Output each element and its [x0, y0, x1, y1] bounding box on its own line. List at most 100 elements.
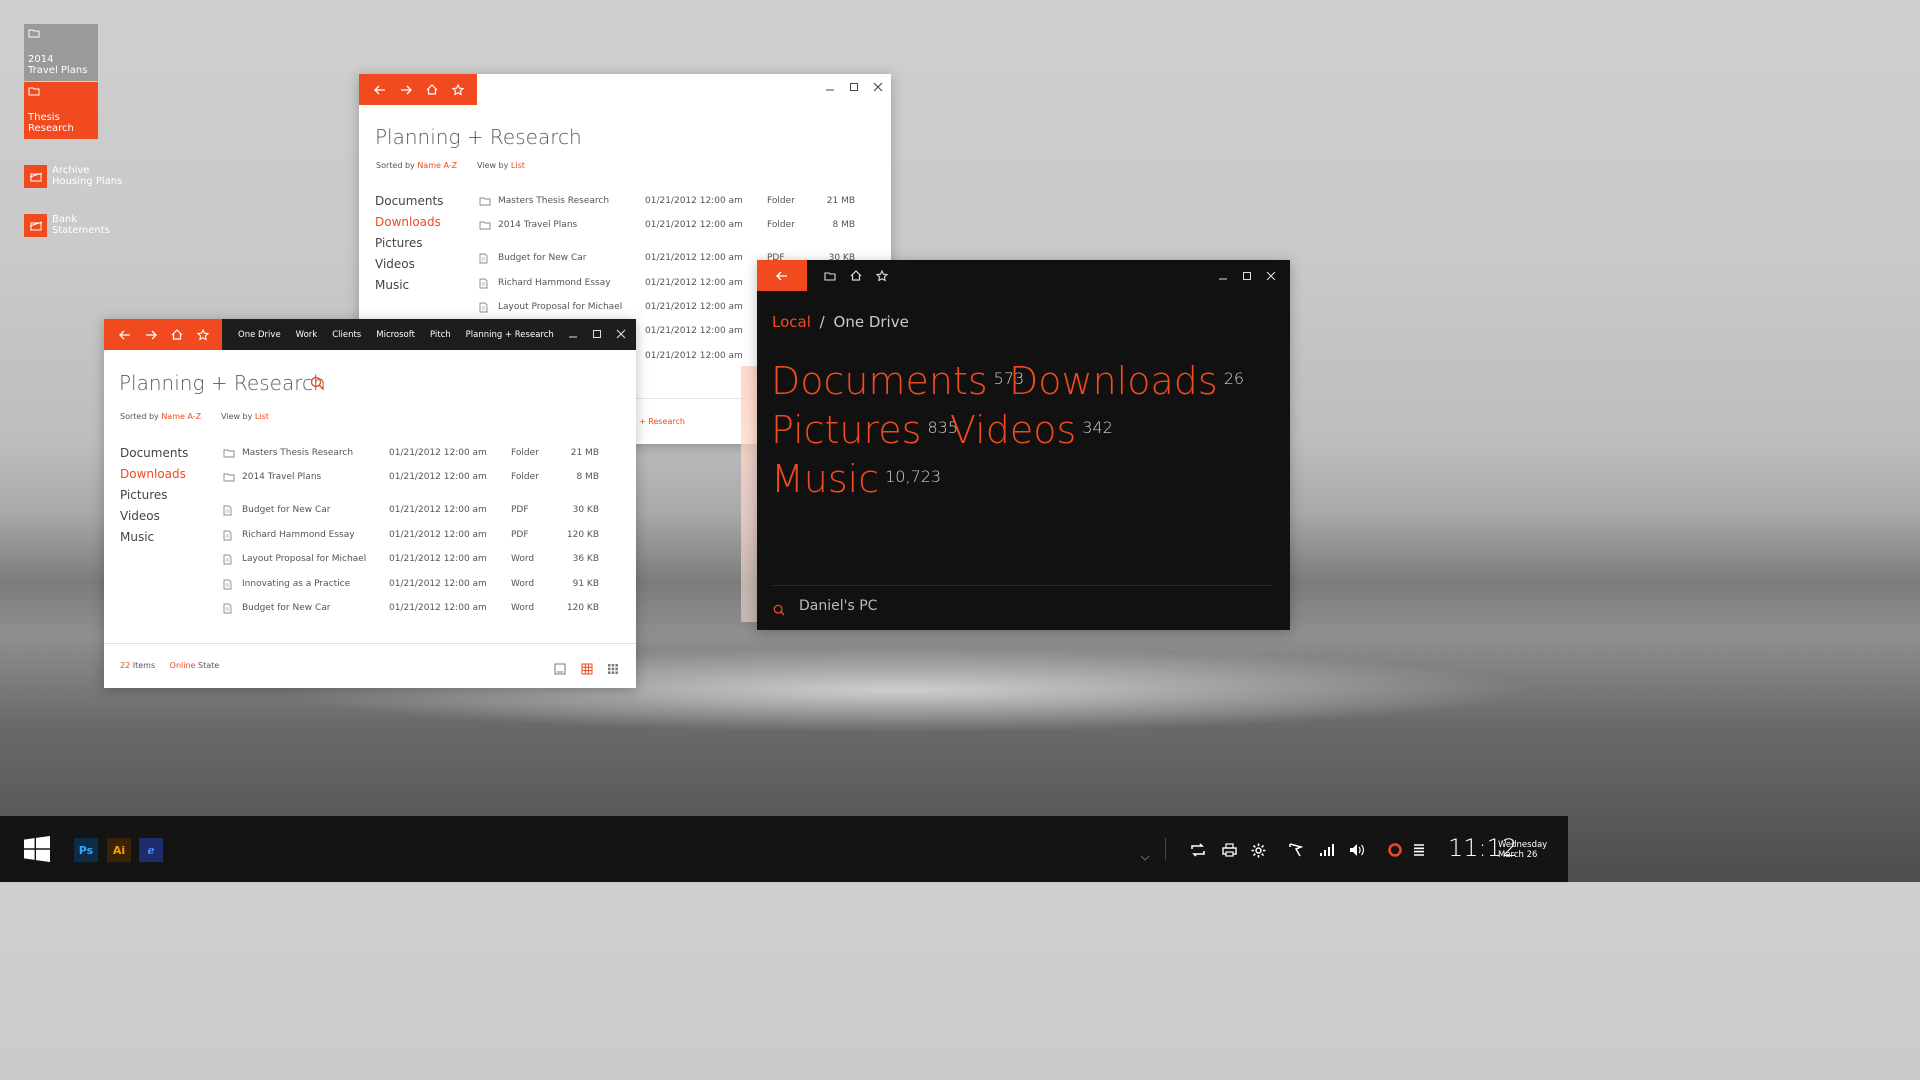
search-icon[interactable]	[773, 601, 785, 620]
nav-item-music[interactable]: Music	[375, 275, 443, 296]
back-arrow-icon[interactable]	[769, 260, 795, 291]
network-signal-icon[interactable]	[1317, 841, 1335, 859]
crumb-local[interactable]: Local	[772, 313, 811, 331]
star-icon[interactable]	[445, 74, 471, 105]
flag-icon[interactable]	[1286, 841, 1304, 859]
maximize-icon[interactable]	[847, 80, 861, 94]
printer-icon[interactable]	[1220, 841, 1238, 859]
file-row[interactable]: Innovating as a Practice 01/21/2012 12:00…	[223, 579, 599, 593]
forward-arrow-icon[interactable]	[393, 74, 419, 105]
desktop-tile-travel-plans[interactable]: 2014 Travel Plans	[24, 24, 98, 81]
file-name: Innovating as a Practice	[242, 579, 351, 589]
breadcrumb-item[interactable]: Clients	[332, 330, 361, 340]
nav-item-documents[interactable]: Documents	[120, 443, 188, 464]
close-icon[interactable]	[1264, 269, 1278, 283]
star-icon[interactable]	[869, 260, 895, 291]
close-icon[interactable]	[614, 327, 628, 341]
breadcrumb-item[interactable]: Pitch	[430, 330, 451, 340]
file-icon	[479, 278, 488, 289]
category-downloads[interactable]: Downloads 26	[1009, 359, 1244, 403]
nav-item-downloads[interactable]: Downloads	[120, 464, 188, 485]
forward-arrow-icon[interactable]	[138, 319, 164, 350]
file-row[interactable]: Masters Thesis Research 01/21/2012 12:00 …	[479, 196, 855, 210]
nav-item-pictures[interactable]: Pictures	[375, 233, 443, 254]
nav-item-music[interactable]: Music	[120, 527, 188, 548]
breadcrumb-item[interactable]: Microsoft	[376, 330, 415, 340]
search-icon[interactable]	[310, 375, 324, 394]
file-size: 91 KB	[572, 579, 599, 589]
file-icon	[223, 530, 232, 541]
file-row[interactable]: 2014 Travel Plans 01/21/2012 12:00 am Fold…	[223, 472, 599, 486]
file-row[interactable]: Masters Thesis Research 01/21/2012 12:00 …	[223, 448, 599, 462]
nav-item-pictures[interactable]: Pictures	[120, 485, 188, 506]
back-arrow-icon[interactable]	[112, 319, 138, 350]
category-music[interactable]: Music 10,723	[771, 457, 941, 501]
tray-chevron-icon[interactable]	[1140, 846, 1150, 865]
nav-item-videos[interactable]: Videos	[375, 254, 443, 275]
file-row[interactable]: Budget for New Car 01/21/2012 12:00 am PDF…	[223, 505, 599, 519]
tile-line1: Thesis	[28, 112, 60, 123]
sort-value-link[interactable]: Name A-Z	[417, 161, 457, 170]
photoshop-app-icon[interactable]: Ps	[74, 838, 98, 862]
tile-line2: Research	[28, 123, 74, 134]
volume-icon[interactable]	[1348, 841, 1366, 859]
file-row[interactable]: Layout Proposal for Michael 01/21/2012 12…	[223, 554, 599, 568]
close-icon[interactable]	[871, 80, 885, 94]
minimize-icon[interactable]	[1216, 269, 1230, 283]
view-value-link[interactable]: List	[511, 161, 525, 170]
file-type: Word	[511, 579, 535, 589]
home-icon[interactable]	[164, 319, 190, 350]
file-row[interactable]: 2014 Travel Plans 01/21/2012 12:00 am Fold…	[479, 220, 855, 234]
view-details-icon[interactable]	[554, 660, 566, 679]
clock-date[interactable]: Wednesday March 26	[1498, 840, 1547, 860]
file-row[interactable]: Budget for New Car 01/21/2012 12:00 am Wor…	[223, 603, 599, 617]
footer-link[interactable]: + Research	[639, 417, 685, 426]
file-row[interactable]: Richard Hammond Essay 01/21/2012 12:00 am…	[223, 530, 599, 544]
front-toolbar	[104, 319, 222, 350]
file-size: 36 KB	[572, 554, 599, 564]
sync-icon[interactable]	[1189, 841, 1207, 859]
sort-value-link[interactable]: Name A-Z	[161, 412, 201, 421]
page-title: Planning + Research	[119, 371, 326, 395]
home-icon[interactable]	[843, 260, 869, 291]
desktop-icon-archive[interactable]: Archive Housing Plans	[24, 165, 122, 188]
folder-icon	[223, 449, 235, 458]
back-toolbar	[359, 74, 477, 105]
star-icon[interactable]	[190, 319, 216, 350]
breadcrumb-item[interactable]: Work	[296, 330, 318, 340]
maximize-icon[interactable]	[1240, 269, 1254, 283]
desktop-icon-bank[interactable]: Bank Statements	[24, 214, 110, 237]
page-title: Planning + Research	[375, 125, 582, 149]
view-grid-icon[interactable]	[581, 660, 593, 679]
folder-icon	[223, 473, 235, 482]
search-input[interactable]: Daniel's PC	[799, 598, 877, 614]
desktop-tile-thesis-research[interactable]: Thesis Research	[24, 82, 98, 139]
minimize-icon[interactable]	[566, 327, 580, 341]
breadcrumb-item[interactable]: One Drive	[238, 330, 281, 340]
view-value-link[interactable]: List	[255, 412, 269, 421]
start-button[interactable]	[24, 836, 50, 866]
view-tiles-icon[interactable]	[607, 660, 619, 679]
minimize-icon[interactable]	[823, 80, 837, 94]
file-size: 21 MB	[570, 448, 599, 458]
internet-explorer-app-icon[interactable]: e	[139, 838, 163, 862]
nav-item-documents[interactable]: Documents	[375, 191, 443, 212]
folder-icon[interactable]	[817, 260, 843, 291]
category-name: Documents	[771, 359, 988, 403]
maximize-icon[interactable]	[590, 327, 604, 341]
breadcrumb-item[interactable]: Planning + Research	[466, 330, 554, 340]
home-icon[interactable]	[419, 74, 445, 105]
back-arrow-icon[interactable]	[367, 74, 393, 105]
category-documents[interactable]: Documents 573	[771, 359, 1024, 403]
category-videos[interactable]: Videos 342	[950, 408, 1113, 452]
nav-item-videos[interactable]: Videos	[120, 506, 188, 527]
cortana-circle-icon[interactable]	[1386, 841, 1404, 859]
file-name: 2014 Travel Plans	[242, 472, 322, 482]
crumb-one-drive[interactable]: One Drive	[834, 313, 909, 331]
settings-gear-icon[interactable]	[1249, 841, 1267, 859]
menu-lines-icon[interactable]	[1410, 841, 1428, 859]
category-pictures[interactable]: Pictures 835	[771, 408, 958, 452]
nav-item-downloads[interactable]: Downloads	[375, 212, 443, 233]
illustrator-app-icon[interactable]: Ai	[107, 838, 131, 862]
view-info: View by List	[221, 412, 269, 421]
